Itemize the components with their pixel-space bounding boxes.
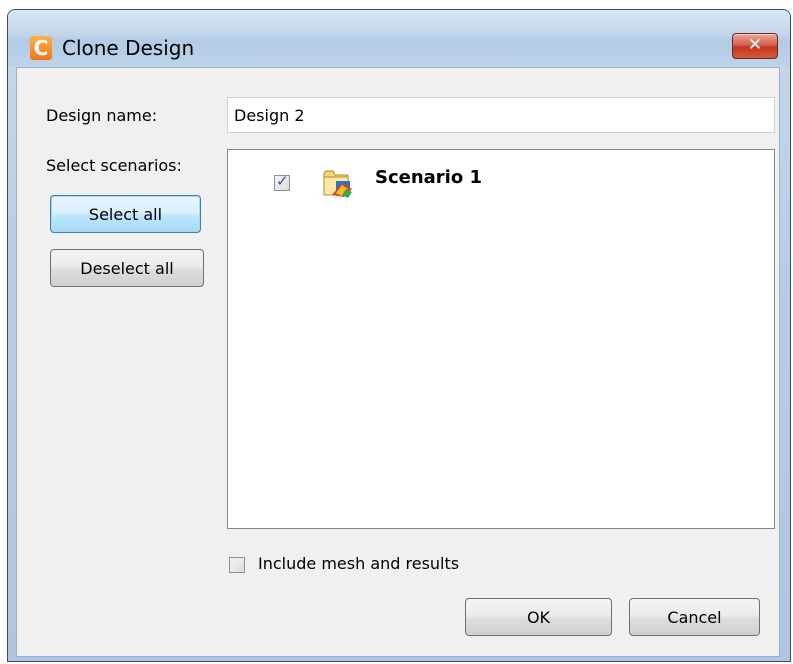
scenario-label: Scenario 1	[375, 167, 483, 188]
include-mesh-checkbox[interactable]	[229, 557, 245, 573]
title-bar[interactable]: C Clone Design ✕	[8, 10, 790, 66]
dialog-body: Design name: Select scenarios: Select al…	[16, 67, 780, 657]
cancel-button[interactable]: Cancel	[629, 598, 760, 636]
design-name-input[interactable]	[227, 97, 775, 133]
close-icon: ✕	[747, 35, 763, 55]
scenario-tree[interactable]: Scenario 1	[227, 149, 775, 529]
deselect-all-button[interactable]: Deselect all	[50, 249, 204, 287]
dialog-title: Clone Design	[62, 36, 195, 60]
scenario-checkbox[interactable]	[274, 172, 290, 191]
include-mesh-label[interactable]: Include mesh and results	[258, 554, 459, 574]
clone-design-dialog: C Clone Design ✕ Design name: Select sce…	[7, 9, 791, 662]
scenario-folder-icon	[323, 170, 352, 198]
close-button[interactable]: ✕	[732, 33, 778, 59]
select-scenarios-label: Select scenarios:	[46, 156, 182, 175]
ok-button[interactable]: OK	[465, 598, 612, 636]
design-name-label: Design name:	[46, 106, 158, 125]
select-all-button[interactable]: Select all	[50, 195, 201, 233]
app-logo-icon: C	[30, 36, 52, 60]
